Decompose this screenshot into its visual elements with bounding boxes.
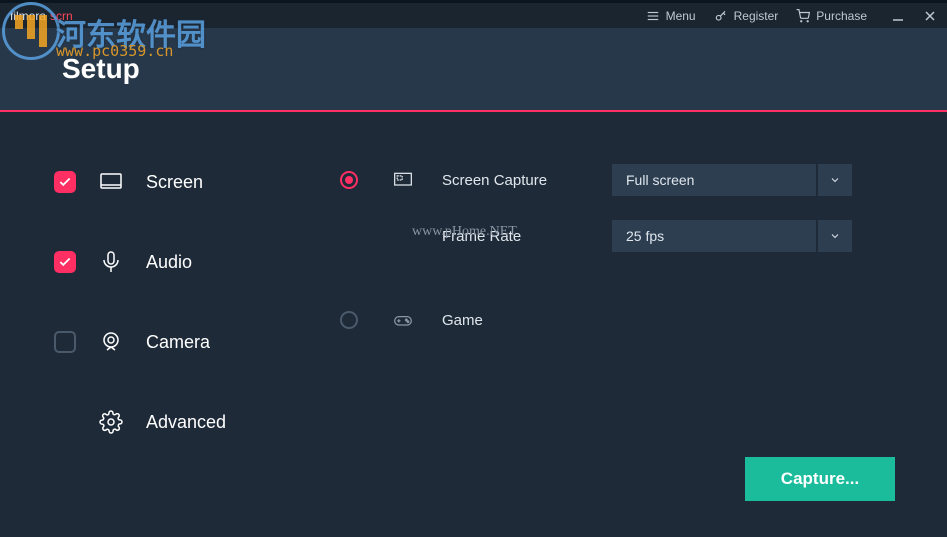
page-header: Setup [0,28,947,112]
sidebar-item-camera[interactable]: Camera [54,302,300,382]
gear-icon [98,410,124,434]
sidebar-label-advanced: Advanced [146,412,226,433]
microphone-icon [98,250,124,274]
main-area: Screen Audio Camera Advanced [0,112,947,537]
screen-capture-value: Full screen [612,164,816,196]
sidebar: Screen Audio Camera Advanced [0,112,300,537]
sidebar-item-screen[interactable]: Screen [54,142,300,222]
checkbox-audio[interactable] [54,251,76,273]
monitor-icon [98,170,124,194]
purchase-button[interactable]: Purchase [796,9,867,23]
chevron-down-icon[interactable] [818,220,852,252]
sidebar-label-screen: Screen [146,172,203,193]
content-panel: Screen Capture Full screen Frame Rate 25… [300,112,947,537]
gamepad-icon [388,310,418,330]
row-game: Game [340,292,897,348]
row-screen-capture: Screen Capture Full screen [340,152,897,208]
titlebar: filmora scrn Menu Register Purchase [0,0,947,28]
app-logo: filmora scrn [10,9,73,23]
sidebar-item-advanced[interactable]: Advanced [54,382,300,462]
check-icon [58,255,72,269]
checkbox-screen[interactable] [54,171,76,193]
sidebar-item-audio[interactable]: Audio [54,222,300,302]
watermark-text: www.pHome.NET [412,224,517,240]
checkbox-camera[interactable] [54,331,76,353]
radio-game[interactable] [340,311,358,329]
frame-rate-value: 25 fps [612,220,816,252]
purchase-label: Purchase [816,9,867,23]
capture-button-label: Capture... [781,469,859,489]
chevron-down-icon[interactable] [818,164,852,196]
sidebar-label-audio: Audio [146,252,192,273]
register-button[interactable]: Register [714,9,779,23]
cart-icon [796,9,810,23]
capture-button[interactable]: Capture... [745,457,895,501]
menu-icon [646,9,660,23]
window-controls [891,9,937,23]
logo-text-accent: scrn [50,9,73,23]
logo-text-main: filmora [10,9,46,23]
game-label: Game [442,312,612,329]
screen-capture-dropdown[interactable]: Full screen [612,164,852,196]
capture-area-icon [388,170,418,190]
radio-screen-capture[interactable] [340,171,358,189]
page-title: Setup [62,53,140,85]
sidebar-label-camera: Camera [146,332,210,353]
menu-button[interactable]: Menu [646,9,696,23]
check-icon [58,175,72,189]
close-button[interactable] [923,9,937,23]
minimize-button[interactable] [891,9,905,23]
menu-label: Menu [666,9,696,23]
screen-capture-label: Screen Capture [442,172,612,189]
frame-rate-dropdown[interactable]: 25 fps [612,220,852,252]
register-label: Register [734,9,779,23]
webcam-icon [98,330,124,354]
key-icon [714,9,728,23]
